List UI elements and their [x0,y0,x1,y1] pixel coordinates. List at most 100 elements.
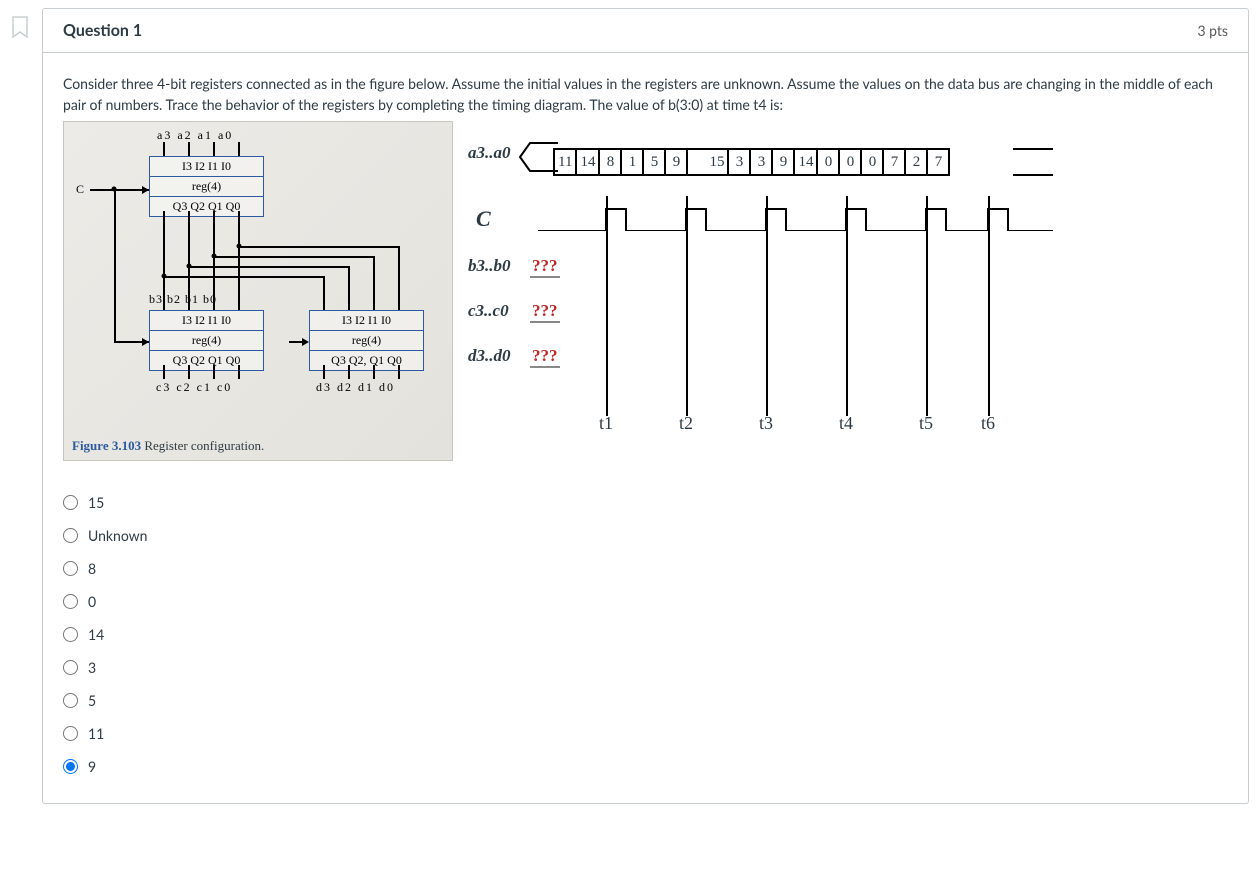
a-value-cell: 8 [600,148,622,176]
answer-option[interactable]: 5 [63,684,1228,717]
answer-text: 15 [88,494,104,511]
a-value-cell: 2 [906,148,928,176]
answer-text: 8 [88,560,96,577]
question-box: Question 1 3 pts Consider three 4-bit re… [42,8,1249,804]
time-vline [846,196,848,416]
time-vline [988,196,990,416]
reg-b-name: reg(4) [150,330,263,351]
answer-radio[interactable] [63,759,78,774]
c-unknown: ??? [530,301,560,323]
answer-option[interactable]: Unknown [63,519,1228,552]
timing-label-clock: C [476,206,491,232]
answer-text: 5 [88,692,96,709]
time-vline [686,196,688,416]
answer-option[interactable]: 14 [63,618,1228,651]
a-value-cell: 9 [666,148,688,176]
signal-labels-d: d3 d2 d1 d0 [316,380,395,395]
question-container: Question 1 3 pts Consider three 4-bit re… [8,8,1249,804]
question-title: Question 1 [63,21,142,40]
register-d: I3 I2 I1 I0 reg(4) Q3 Q2, Q1 Q0 [309,310,424,371]
a-value-row: 111481591533914000727 [553,147,950,177]
reg-b-outputs: Q3 Q2 Q1 Q0 [150,351,263,370]
a-value-cell: 7 [884,148,906,176]
answer-text: 11 [88,725,104,742]
clock-label-c: C [76,182,84,197]
time-label: t5 [919,413,933,434]
clock-waveform [538,206,1058,231]
reg-b-inputs: I3 I2 I1 I0 [150,311,263,330]
reg-a-name: reg(4) [150,176,263,197]
question-points: 3 pts [1197,22,1228,39]
time-vline [766,196,768,416]
a-value-cell: 14 [577,148,600,176]
bookmark-column [8,8,32,804]
answer-radio[interactable] [63,726,78,741]
answer-radio[interactable] [63,693,78,708]
answer-radio[interactable] [63,594,78,609]
time-vline [606,196,608,416]
a-value-cell: 7 [928,148,950,176]
answer-text: 0 [88,593,96,610]
timing-label-a: a3..a0 [468,143,511,163]
answer-radio[interactable] [63,561,78,576]
a-value-cell: 15 [706,148,729,176]
time-vline [926,196,928,416]
prompt-text: Consider three 4-bit registers connected… [63,73,1228,115]
b-unknown: ??? [530,256,560,278]
signal-labels-b: b3 b2 b1 b0 [149,292,217,307]
answer-radio[interactable] [63,660,78,675]
a-value-cell: 0 [862,148,884,176]
question-body: Consider three 4-bit registers connected… [43,53,1248,803]
answer-radio[interactable] [63,627,78,642]
answer-option[interactable]: 8 [63,552,1228,585]
answer-text: 14 [88,626,104,643]
time-label: t4 [839,413,853,434]
time-label: t6 [981,413,995,434]
answer-text: Unknown [88,527,147,544]
a-value-cell: 5 [644,148,666,176]
signal-labels-a: a3 a2 a1 a0 [157,128,233,143]
time-label: t1 [599,413,613,434]
a-value-cell: 1 [622,148,644,176]
figure-number: Figure 3.103 [72,438,141,453]
answer-radio[interactable] [63,495,78,510]
answer-option[interactable]: 0 [63,585,1228,618]
a-value-cell: 3 [751,148,773,176]
time-label: t3 [759,413,773,434]
d-unknown: ??? [530,346,560,368]
figure-caption-text: Register configuration. [141,438,264,453]
figure-caption: Figure 3.103 Register configuration. [72,438,264,454]
answer-text: 3 [88,659,96,676]
register-b: I3 I2 I1 I0 reg(4) Q3 Q2 Q1 Q0 [149,310,264,371]
timing-figure: a3..a0 111481591533914000727 C b3..b0 [468,121,1228,441]
question-header: Question 1 3 pts [43,9,1248,53]
circuit-figure: a3 a2 a1 a0 I3 I2 I1 I0 reg(4) Q3 Q2 Q1 … [63,121,453,461]
reg-d-outputs: Q3 Q2, Q1 Q0 [310,351,423,370]
a-value-cell: 9 [773,148,795,176]
timing-label-d: d3..d0 [468,346,511,366]
a-value-cell: 0 [840,148,862,176]
answer-option[interactable]: 15 [63,486,1228,519]
answer-option[interactable]: 11 [63,717,1228,750]
time-label: t2 [679,413,693,434]
a-value-cell [688,148,706,176]
figure-row: a3 a2 a1 a0 I3 I2 I1 I0 reg(4) Q3 Q2 Q1 … [63,121,1228,461]
a-value-cell: 0 [818,148,840,176]
timing-label-c3c0: c3..c0 [468,301,509,321]
a-value-cell: 14 [795,148,818,176]
answer-list: 15 Unknown 8 0 14 3 5 11 9 [63,486,1228,783]
a-value-cell: 11 [553,148,577,176]
register-a: I3 I2 I1 I0 reg(4) Q3 Q2 Q1 Q0 [149,156,264,217]
answer-option[interactable]: 3 [63,651,1228,684]
bookmark-icon[interactable] [11,16,29,804]
answer-option[interactable]: 9 [63,750,1228,783]
reg-d-name: reg(4) [310,330,423,351]
a-value-cell: 3 [729,148,751,176]
reg-d-inputs: I3 I2 I1 I0 [310,311,423,330]
timing-label-b: b3..b0 [468,256,511,276]
reg-a-outputs: Q3 Q2 Q1 Q0 [150,197,263,216]
answer-radio[interactable] [63,528,78,543]
reg-a-inputs: I3 I2 I1 I0 [150,157,263,176]
answer-text: 9 [88,758,96,775]
signal-labels-c: c3 c2 c1 c0 [156,380,232,395]
